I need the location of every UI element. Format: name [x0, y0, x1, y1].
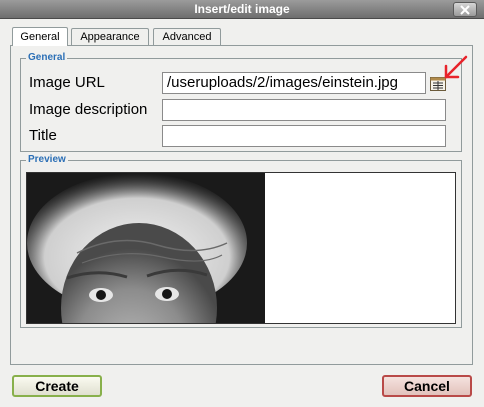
general-legend: General [26, 52, 68, 64]
tab-general-label: General [20, 31, 60, 43]
tab-general[interactable]: General [12, 27, 68, 46]
image-url-input[interactable]: /useruploads/2/images/einstein.jpg [162, 72, 426, 94]
tab-advanced-label: Advanced [162, 31, 212, 43]
dialog-title: Insert/edit image [194, 2, 290, 16]
image-description-input[interactable] [162, 99, 446, 121]
tab-appearance-label: Appearance [80, 31, 140, 43]
create-button[interactable]: Create [12, 375, 102, 397]
einstein-photo [27, 173, 265, 323]
close-button[interactable] [453, 2, 477, 17]
cancel-button[interactable]: Cancel [382, 375, 472, 397]
close-icon [460, 4, 470, 15]
red-arrow-icon [444, 55, 468, 79]
tab-advanced[interactable]: Advanced [153, 28, 221, 45]
preview-legend: Preview [26, 154, 68, 166]
image-description-label: Image description [29, 101, 148, 118]
title-input[interactable] [162, 125, 446, 147]
image-preview [26, 172, 456, 324]
title-label: Title [29, 127, 57, 144]
tab-appearance[interactable]: Appearance [71, 28, 149, 45]
image-url-label: Image URL [29, 74, 105, 91]
dialog-titlebar: Insert/edit image [0, 0, 484, 19]
